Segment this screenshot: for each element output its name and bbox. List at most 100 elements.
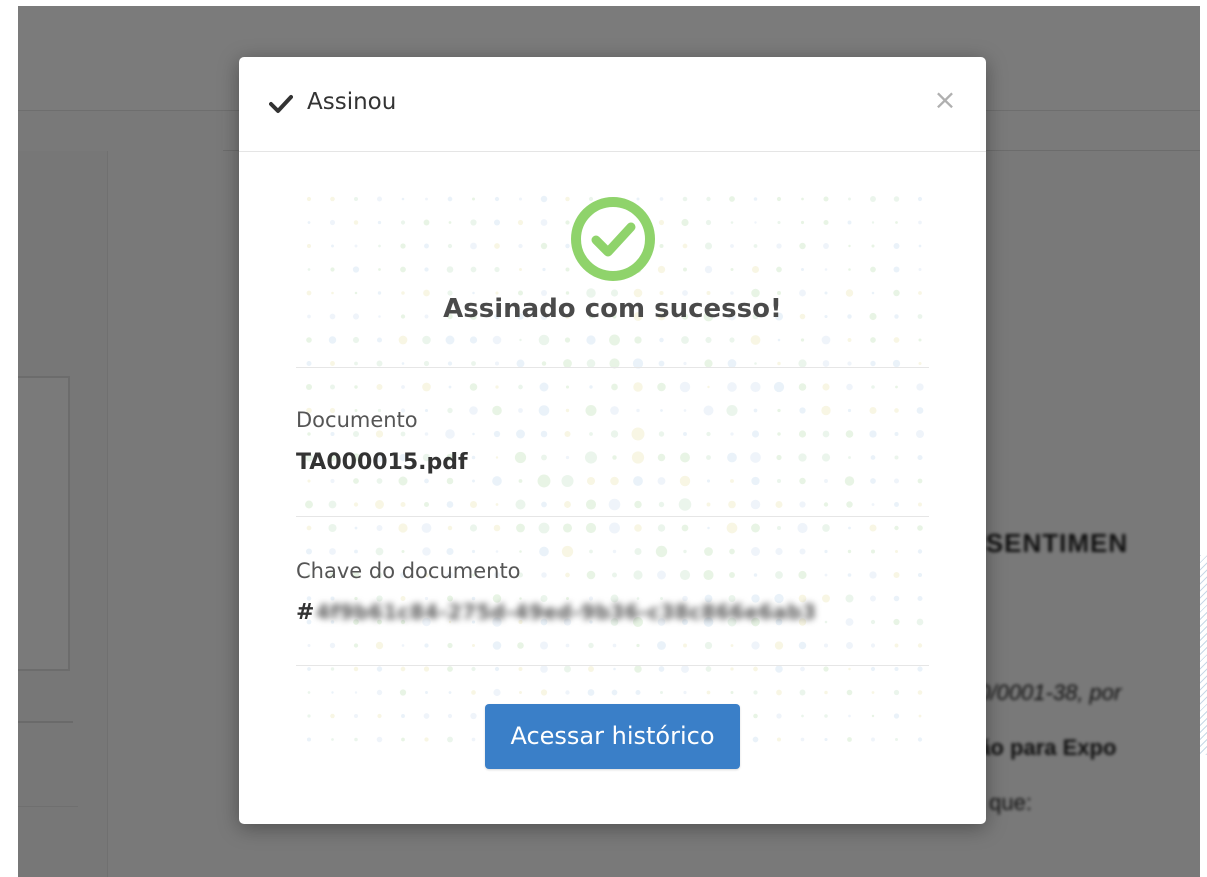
decorative-dot xyxy=(753,573,758,577)
decorative-dot xyxy=(706,502,711,507)
decorative-dot xyxy=(588,666,594,672)
decorative-dot xyxy=(775,665,783,673)
decorative-dot xyxy=(517,219,524,226)
decorative-dot xyxy=(703,569,714,581)
decorative-dot xyxy=(917,643,923,648)
decorative-dot xyxy=(423,219,430,226)
decorative-dot xyxy=(730,667,734,671)
decorative-dot xyxy=(565,572,570,578)
decorative-dot xyxy=(918,338,922,342)
decorative-dot xyxy=(893,266,900,273)
decorative-dot xyxy=(330,478,335,484)
decorative-dot xyxy=(541,572,547,578)
decorative-dot xyxy=(401,362,405,365)
decorative-dot xyxy=(871,503,875,506)
decorative-dot xyxy=(703,405,714,416)
decorative-dot xyxy=(401,197,405,201)
decorative-dot xyxy=(824,620,828,624)
decorative-dot xyxy=(776,478,782,484)
decorative-dot xyxy=(824,690,828,695)
decorative-dot xyxy=(519,691,522,694)
decorative-dot xyxy=(753,197,758,201)
decorative-dot xyxy=(422,547,431,556)
decorative-dot xyxy=(824,714,828,718)
decorative-dot xyxy=(893,618,900,626)
decorative-dot xyxy=(376,525,383,531)
decorative-dot xyxy=(847,573,852,577)
decorative-dot xyxy=(307,691,311,694)
decorative-dot xyxy=(610,430,619,438)
decorative-dot xyxy=(777,361,781,366)
decorative-dot xyxy=(471,549,476,554)
decorative-dot xyxy=(631,427,645,441)
decorative-dot xyxy=(660,409,663,412)
decorative-dot xyxy=(848,268,851,271)
decorative-dot xyxy=(424,643,429,648)
decorative-dot xyxy=(774,641,784,650)
decorative-dot xyxy=(423,666,430,672)
decorative-dot xyxy=(869,571,877,579)
decorative-dot xyxy=(542,267,546,272)
decorative-dot xyxy=(564,430,571,438)
decorative-dot xyxy=(848,526,851,530)
close-icon[interactable]: × xyxy=(932,85,958,115)
decorative-dot xyxy=(540,689,548,696)
decorative-dot xyxy=(870,196,876,202)
decorative-dot xyxy=(824,573,828,577)
decorative-dot xyxy=(894,502,899,507)
decorative-dot xyxy=(657,641,666,650)
decorative-dot xyxy=(750,381,761,393)
decorative-dot xyxy=(634,500,642,509)
decorative-dot xyxy=(469,500,478,509)
decorative-dot xyxy=(726,404,738,417)
decorative-dot xyxy=(893,196,900,202)
decorative-dot xyxy=(870,619,876,625)
decorative-dot xyxy=(706,196,711,202)
decorative-dot xyxy=(844,476,855,486)
decorative-dot xyxy=(797,522,808,534)
decorative-dot xyxy=(824,549,828,554)
decorative-dot xyxy=(681,336,689,344)
divider xyxy=(296,665,929,666)
decorative-dot xyxy=(493,524,501,532)
decorative-dot xyxy=(751,523,760,533)
decorative-dot xyxy=(492,405,502,416)
decorative-dot xyxy=(799,689,806,696)
decorative-dot xyxy=(375,500,384,509)
decorative-dot xyxy=(469,383,478,391)
decorative-dot xyxy=(706,431,711,437)
decorative-dot xyxy=(728,500,736,509)
decorative-dot xyxy=(353,196,359,202)
decorative-dot xyxy=(493,688,501,697)
decorative-dot xyxy=(330,361,335,366)
decorative-dot xyxy=(353,478,359,484)
decorative-dot xyxy=(683,643,687,648)
decorative-dot xyxy=(514,451,527,464)
decorative-dot xyxy=(447,361,453,366)
decorative-dot xyxy=(823,502,829,507)
decorative-dot xyxy=(565,220,570,225)
decorative-dot xyxy=(519,550,522,553)
decorative-dot xyxy=(678,498,692,511)
decorative-dot xyxy=(893,571,900,579)
decorative-dot xyxy=(445,335,455,345)
decorative-dot xyxy=(352,266,360,273)
decorative-dot xyxy=(494,243,500,249)
decorative-dot xyxy=(470,219,477,226)
document-name: TA000015.pdf xyxy=(296,450,468,475)
decorative-dot xyxy=(680,452,690,463)
access-history-button[interactable]: Acessar histórico xyxy=(485,704,740,769)
decorative-dot xyxy=(846,383,853,391)
decorative-dot xyxy=(655,545,668,558)
decorative-dot xyxy=(424,243,429,249)
decorative-dot xyxy=(847,220,852,225)
decorative-dot xyxy=(446,477,454,485)
decorative-dot xyxy=(635,689,641,696)
decorative-dot xyxy=(541,501,547,508)
decorative-dot xyxy=(634,524,642,532)
decorative-dot xyxy=(398,523,408,533)
decorative-dot xyxy=(401,385,405,389)
decorative-dot xyxy=(870,360,876,367)
decorative-dot xyxy=(682,196,688,202)
decorative-dot xyxy=(305,500,313,509)
